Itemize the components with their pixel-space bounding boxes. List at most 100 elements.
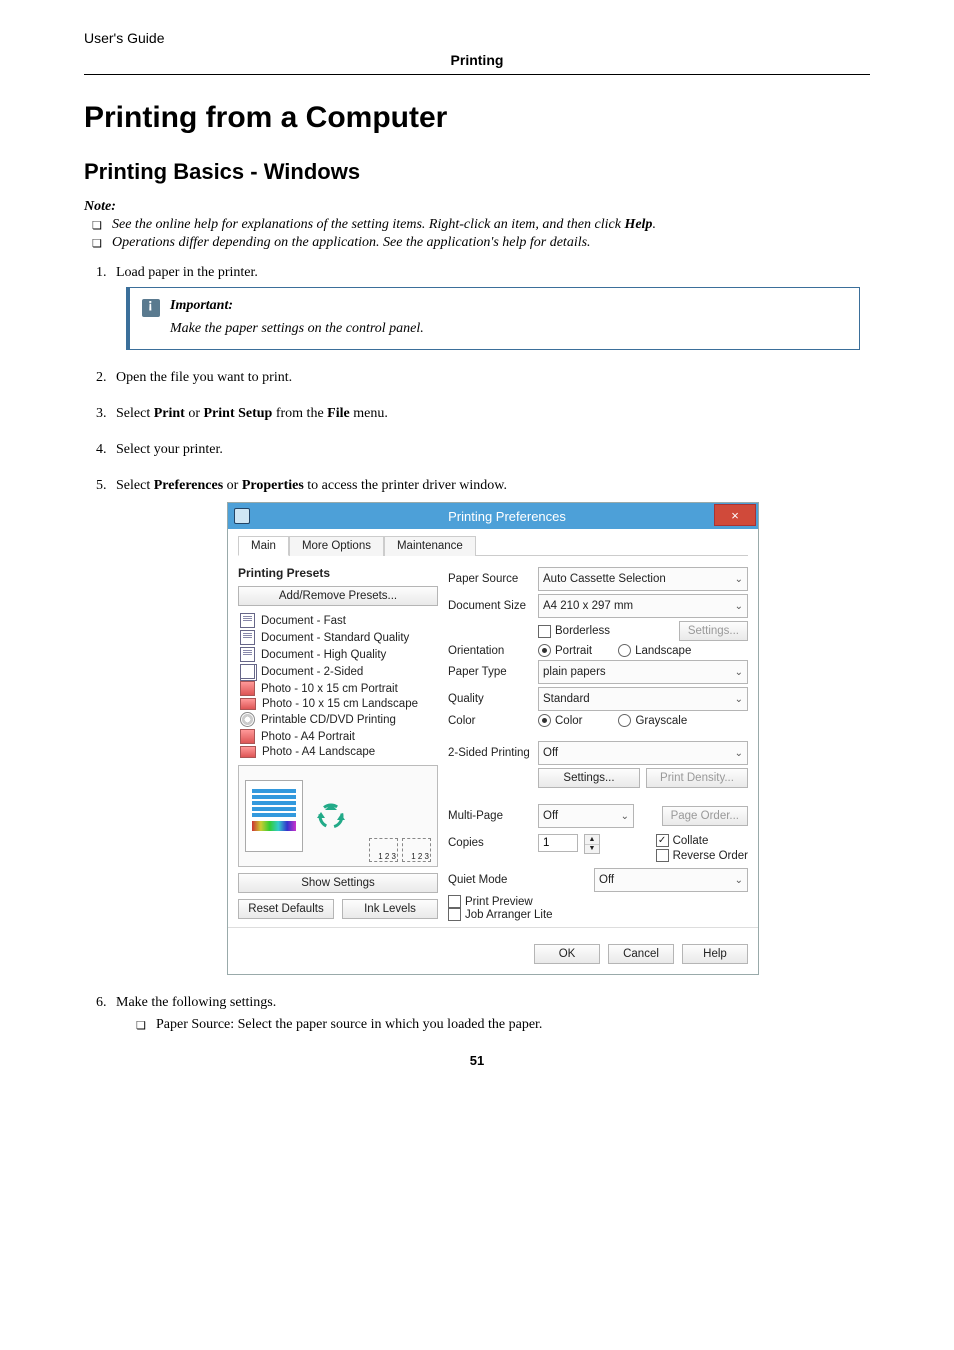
step-bold: Print [154, 406, 185, 421]
preset-item[interactable]: Photo - A4 Portrait [238, 728, 438, 745]
sub-bullet: Paper Source: Select the paper source in… [146, 1017, 870, 1033]
preset-item[interactable]: Photo - 10 x 15 cm Landscape [238, 697, 438, 711]
document-size-label: Document Size [448, 600, 532, 612]
tab-bar: Main More Options Maintenance [238, 535, 748, 556]
copies-spinner[interactable]: ▲▼ [584, 834, 600, 854]
preview-page-icon [245, 780, 303, 852]
multi-page-label: Multi-Page [448, 810, 532, 822]
orientation-label: Orientation [448, 645, 532, 657]
help-button[interactable]: Help [682, 944, 748, 964]
quality-dropdown[interactable]: Standard ⌄ [538, 687, 748, 711]
preset-label: Photo - A4 Portrait [261, 731, 355, 743]
preset-label: Document - 2-Sided [261, 666, 363, 678]
header-section: Printing [84, 52, 870, 68]
preset-item[interactable]: Document - Standard Quality [238, 629, 438, 646]
collate-checkbox[interactable]: Collate [656, 834, 748, 847]
header-guide: User's Guide [84, 30, 870, 46]
close-button[interactable]: × [714, 504, 756, 526]
paper-type-dropdown[interactable]: plain papers⌄ [538, 660, 748, 684]
preset-item[interactable]: Photo - 10 x 15 cm Portrait [238, 680, 438, 697]
step-text: Load paper in the printer. [116, 265, 258, 280]
ok-button[interactable]: OK [534, 944, 600, 964]
multi-page-dropdown[interactable]: Off⌄ [538, 804, 634, 828]
two-sided-label: 2-Sided Printing [448, 747, 532, 759]
step-text: from the [272, 406, 327, 421]
tab-maintenance[interactable]: Maintenance [384, 536, 476, 556]
page-title: Printing from a Computer [84, 101, 870, 135]
document-size-dropdown[interactable]: A4 210 x 297 mm ⌄ [538, 594, 748, 618]
page-order-button[interactable]: Page Order... [662, 806, 748, 826]
note-label: Note: [84, 199, 870, 215]
dropdown-value: plain papers [543, 666, 606, 678]
two-sided-icon [240, 664, 255, 679]
two-sided-settings-button[interactable]: Settings... [538, 768, 640, 788]
important-title: Important: [170, 298, 233, 314]
add-remove-presets-button[interactable]: Add/Remove Presets... [238, 586, 438, 606]
step-bold: Preferences [154, 478, 223, 493]
note-list: See the online help for explanations of … [84, 217, 870, 251]
step-bold: File [327, 406, 350, 421]
document-icon [240, 647, 255, 662]
print-preview-checkbox[interactable]: Print Preview [448, 895, 533, 908]
preset-item[interactable]: Document - 2-Sided [238, 663, 438, 680]
quiet-mode-dropdown[interactable]: Off⌄ [594, 868, 748, 892]
steps-list: Load paper in the printer. Important: Ma… [84, 265, 870, 1033]
step-text: menu. [350, 406, 388, 421]
printing-presets-title: Printing Presets [238, 566, 438, 580]
tab-main[interactable]: Main [238, 536, 289, 556]
color-radio[interactable]: Color [538, 714, 582, 727]
photo-icon [240, 729, 255, 744]
step-text: Select [116, 478, 154, 493]
preset-item[interactable]: Photo - A4 Landscape [238, 745, 438, 759]
radio-label: Landscape [635, 645, 691, 657]
recycle-icon [315, 802, 347, 830]
checkbox-label: Borderless [555, 625, 610, 637]
note-text: See the online help for explanations of … [112, 217, 624, 232]
document-icon [240, 613, 255, 628]
preset-label: Document - Fast [261, 615, 346, 627]
step-1: Load paper in the printer. Important: Ma… [110, 265, 870, 350]
document-icon [240, 630, 255, 645]
print-density-button[interactable]: Print Density... [646, 768, 748, 788]
dropdown-value: Off [599, 874, 614, 886]
reset-defaults-button[interactable]: Reset Defaults [238, 899, 334, 919]
tab-more-options[interactable]: More Options [289, 536, 384, 556]
chevron-down-icon: ⌄ [735, 601, 743, 612]
spin-down-icon: ▼ [585, 845, 599, 854]
header-rule [84, 74, 870, 75]
radio-label: Portrait [555, 645, 592, 657]
chevron-down-icon: ⌄ [735, 694, 743, 705]
borderless-checkbox[interactable]: Borderless [538, 625, 610, 638]
quality-label: Quality [448, 693, 532, 705]
job-arranger-checkbox[interactable]: Job Arranger Lite [448, 908, 553, 921]
chevron-down-icon: ⌄ [621, 811, 629, 822]
spin-up-icon: ▲ [585, 835, 599, 845]
chevron-down-icon: ⌄ [735, 748, 743, 759]
dropdown-value: Standard [543, 693, 590, 705]
checkbox-label: Reverse Order [673, 850, 748, 862]
dropdown-value: A4 210 x 297 mm [543, 600, 633, 612]
borderless-settings-button[interactable]: Settings... [679, 621, 748, 641]
preset-item[interactable]: Printable CD/DVD Printing [238, 711, 438, 728]
dialog-title: Printing Preferences [256, 509, 758, 524]
page-number: 51 [84, 1053, 870, 1068]
step-text: or [185, 406, 204, 421]
photo-icon [240, 681, 255, 696]
important-icon [142, 299, 160, 317]
quiet-mode-label: Quiet Mode [448, 874, 532, 886]
cancel-button[interactable]: Cancel [608, 944, 674, 964]
portrait-radio[interactable]: Portrait [538, 644, 592, 657]
copies-input[interactable] [538, 834, 578, 852]
landscape-radio[interactable]: Landscape [618, 644, 691, 657]
cd-icon [240, 712, 255, 727]
show-settings-button[interactable]: Show Settings [238, 873, 438, 893]
page-subtitle: Printing Basics - Windows [84, 159, 870, 185]
checkbox-label: Collate [673, 835, 709, 847]
grayscale-radio[interactable]: Grayscale [618, 714, 687, 727]
reverse-order-checkbox[interactable]: Reverse Order [656, 849, 748, 862]
paper-source-dropdown[interactable]: Auto Cassette Selection⌄ [538, 567, 748, 591]
ink-levels-button[interactable]: Ink Levels [342, 899, 438, 919]
two-sided-dropdown[interactable]: Off⌄ [538, 741, 748, 765]
preset-item[interactable]: Document - High Quality [238, 646, 438, 663]
preset-item[interactable]: Document - Fast [238, 612, 438, 629]
